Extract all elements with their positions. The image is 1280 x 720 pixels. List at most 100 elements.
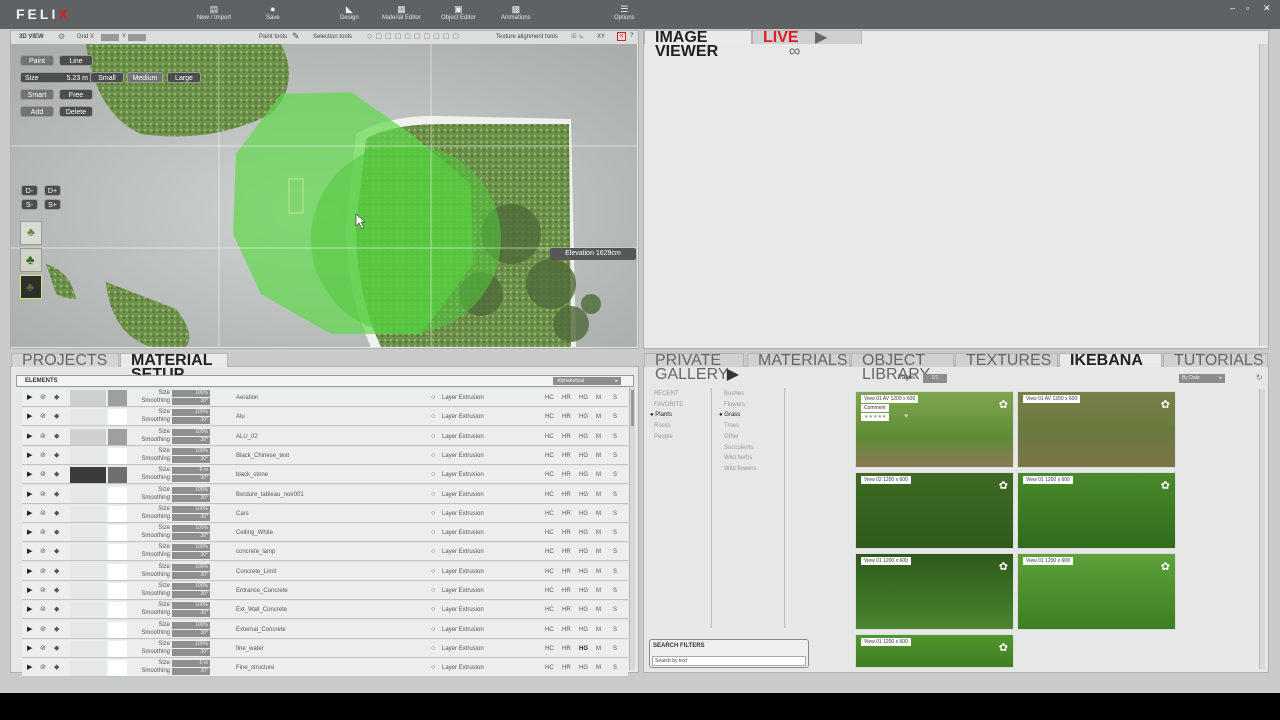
- animations-button[interactable]: ▩ Animations: [501, 4, 531, 21]
- rating-stars[interactable]: ★★★★★: [861, 413, 890, 421]
- flag-m-toggle[interactable]: M: [596, 627, 601, 633]
- flag-hr-toggle[interactable]: HR: [562, 511, 571, 517]
- brush-size-field[interactable]: Size 5.23 m: [20, 72, 93, 83]
- selection-tool-icons[interactable]: ◇▢▢▢▢▢▢▢▢▢: [367, 32, 462, 40]
- radio-icon[interactable]: ○: [431, 606, 435, 613]
- flag-hc-toggle[interactable]: HC: [545, 472, 554, 478]
- flag-hg-toggle[interactable]: HG: [579, 453, 588, 459]
- play-icon[interactable]: ▶: [27, 451, 32, 459]
- smoothing-slider[interactable]: 30°: [172, 513, 210, 521]
- flower-icon[interactable]: ✿: [1161, 560, 1170, 573]
- size-slider[interactable]: 100%: [172, 390, 210, 397]
- play-icon[interactable]: ▶: [27, 509, 32, 517]
- tab-projects[interactable]: PROJECTS: [11, 353, 119, 369]
- subcategory-succulents[interactable]: Succulents: [724, 445, 753, 451]
- s-minus-button[interactable]: S-: [21, 199, 38, 210]
- flag-hg-toggle[interactable]: HG: [579, 530, 588, 536]
- diamond-icon[interactable]: ◆: [54, 625, 59, 633]
- smoothing-slider[interactable]: 30°: [172, 494, 210, 502]
- close-icon[interactable]: ✕: [1263, 3, 1271, 14]
- diamond-icon[interactable]: ◆: [54, 663, 59, 671]
- size-slider[interactable]: 100%: [172, 563, 210, 571]
- flag-hg-toggle[interactable]: HG: [579, 646, 588, 652]
- subcategory-grass[interactable]: ● Grass: [719, 412, 740, 418]
- radio-icon[interactable]: ○: [431, 664, 435, 671]
- radio-icon[interactable]: ○: [431, 394, 435, 401]
- pages-selector[interactable]: 1/1: [923, 374, 947, 383]
- flag-m-toggle[interactable]: M: [596, 414, 601, 420]
- flag-m-toggle[interactable]: M: [596, 569, 601, 575]
- flower-icon[interactable]: ✿: [999, 641, 1008, 654]
- tab-ikebana[interactable]: IKEBANA: [1059, 353, 1162, 369]
- diamond-icon[interactable]: ◆: [54, 547, 59, 555]
- flag-hg-toggle[interactable]: HG: [579, 395, 588, 401]
- material-row[interactable]: ▶ ⊘ ◆ Size Smoothing 100% 30° ALU_02 ○ Layer Extr…: [22, 427, 628, 446]
- flag-hr-toggle[interactable]: HR: [562, 414, 571, 420]
- alignment-icons[interactable]: ⊞ ⊾: [571, 32, 585, 40]
- flag-s-toggle[interactable]: S: [613, 511, 617, 517]
- material-row[interactable]: ▶ ⊘ ◆ Size Smoothing 6 m 30° Fine_structure ○ Lay…: [22, 659, 628, 678]
- tab-textures[interactable]: TEXTURES: [955, 353, 1058, 369]
- flag-s-toggle[interactable]: S: [613, 530, 617, 536]
- flag-m-toggle[interactable]: M: [596, 453, 601, 459]
- category-people[interactable]: People: [654, 434, 673, 440]
- grass-thumbnail[interactable]: View 01 AV 1200 x 600 ✿: [1017, 391, 1176, 468]
- visibility-icon[interactable]: ⊘: [40, 393, 46, 401]
- flag-m-toggle[interactable]: M: [596, 511, 601, 517]
- visibility-icon[interactable]: ⊘: [40, 490, 46, 498]
- visibility-icon[interactable]: ⊘: [40, 451, 46, 459]
- medium-size-button[interactable]: Medium: [127, 72, 163, 83]
- flag-s-toggle[interactable]: S: [613, 395, 617, 401]
- size-slider[interactable]: 100%: [172, 640, 210, 648]
- flower-icon[interactable]: ✿: [1161, 479, 1170, 492]
- free-button[interactable]: Free: [59, 89, 93, 100]
- play-icon[interactable]: ▶: [27, 663, 32, 671]
- flag-hc-toggle[interactable]: HC: [545, 434, 554, 440]
- settings-gear-icon[interactable]: ⚙: [58, 32, 65, 41]
- flag-hc-toggle[interactable]: HC: [545, 530, 554, 536]
- flag-s-toggle[interactable]: S: [613, 414, 617, 420]
- flag-hc-toggle[interactable]: HC: [545, 549, 554, 555]
- materials-scrollbar[interactable]: [629, 388, 635, 670]
- material-row[interactable]: ▶ ⊘ ◆ Size Smoothing 100% 30° fine_water ○ Layer …: [22, 639, 628, 658]
- flag-hr-toggle[interactable]: HR: [562, 434, 571, 440]
- size-slider[interactable]: 100%: [172, 447, 210, 455]
- subcategory-flowers[interactable]: Flowers: [724, 402, 745, 408]
- diamond-icon[interactable]: ◆: [54, 470, 59, 478]
- diamond-icon[interactable]: ◆: [54, 586, 59, 594]
- flag-hg-toggle[interactable]: HG: [579, 549, 588, 555]
- radio-icon[interactable]: ○: [431, 568, 435, 575]
- flag-hg-toggle[interactable]: HG: [579, 472, 588, 478]
- smoothing-slider[interactable]: 30°: [172, 398, 210, 405]
- subcategory-bushes[interactable]: Bushes: [724, 391, 744, 397]
- flag-s-toggle[interactable]: S: [613, 588, 617, 594]
- subcategory-wild-flowers[interactable]: Wild flowers: [724, 466, 756, 472]
- material-row[interactable]: ▶ ⊘ ◆ Size Smoothing 100% 30° Aeration ○ Layer Ex…: [22, 389, 628, 407]
- flower-icon[interactable]: ✿: [999, 398, 1008, 411]
- play-icon[interactable]: ▶: [27, 412, 32, 420]
- live-tab[interactable]: LIVE ▶ ∞: [752, 30, 862, 60]
- visibility-icon[interactable]: ⊘: [40, 567, 46, 575]
- smoothing-slider[interactable]: 30°: [172, 648, 210, 656]
- visibility-icon[interactable]: ⊘: [40, 625, 46, 633]
- diamond-icon[interactable]: ◆: [54, 605, 59, 613]
- material-row[interactable]: ▶ ⊘ ◆ Size Smoothing 100% 30° concrete_lamp ○ Lay…: [22, 543, 628, 562]
- size-slider[interactable]: 100%: [172, 583, 210, 590]
- size-slider[interactable]: 100%: [172, 409, 210, 417]
- flag-s-toggle[interactable]: S: [613, 646, 617, 652]
- flag-m-toggle[interactable]: M: [596, 607, 601, 613]
- plant-preset-2[interactable]: ♣: [20, 248, 42, 272]
- grass-thumbnail[interactable]: View 01 1200 x 600 ✿: [1017, 553, 1176, 630]
- minimize-icon[interactable]: –: [1230, 3, 1235, 13]
- paint-mode-button[interactable]: Paint: [20, 55, 54, 66]
- flag-hr-toggle[interactable]: HR: [562, 569, 571, 575]
- material-row[interactable]: ▶ ⊘ ◆ Size Smoothing 100% 30° Bordure_tableau_n…: [22, 485, 628, 504]
- diamond-icon[interactable]: ◆: [54, 509, 59, 517]
- flag-hr-toggle[interactable]: HR: [562, 395, 571, 401]
- size-slider[interactable]: 100%: [172, 544, 210, 552]
- material-row[interactable]: ▶ ⊘ ◆ Size Smoothing 100% 30° Entrance_Concrete…: [22, 582, 628, 600]
- visibility-icon[interactable]: ⊘: [40, 470, 46, 478]
- design-button[interactable]: ◣ Design: [340, 4, 359, 21]
- radio-icon[interactable]: ○: [431, 510, 435, 517]
- flag-s-toggle[interactable]: S: [613, 627, 617, 633]
